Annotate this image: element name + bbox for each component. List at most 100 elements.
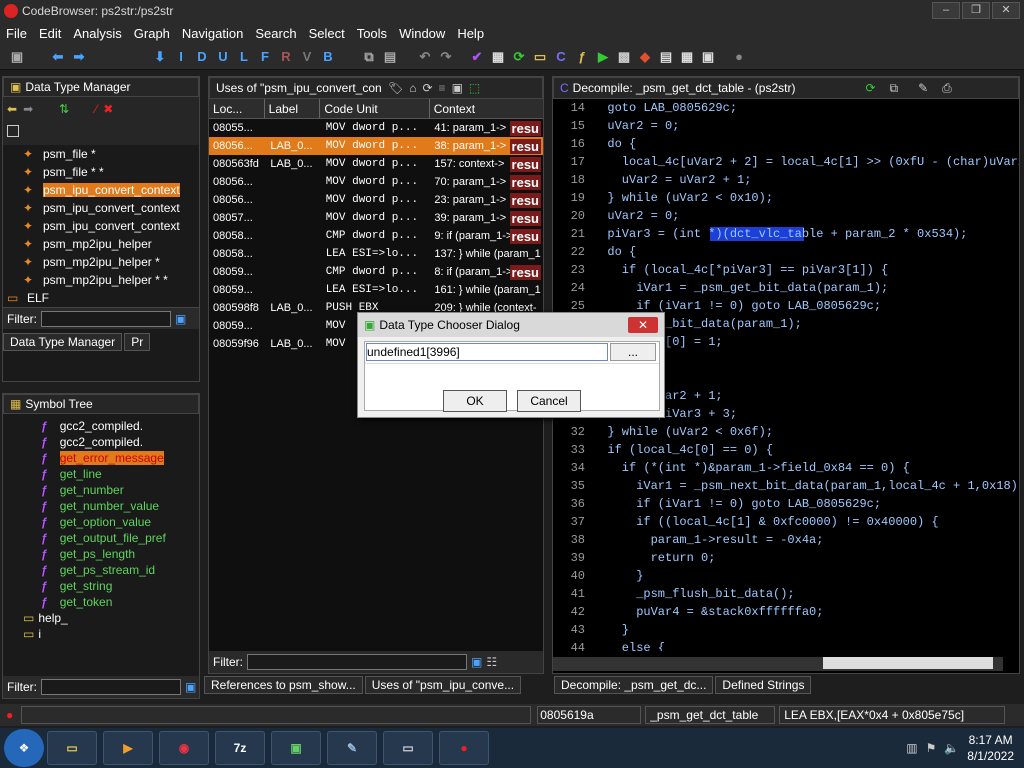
table-row[interactable]: 08059... CMP dword p... 8: if (param_1-> re…: [209, 263, 543, 281]
decompile-edit-icon[interactable]: ✎: [918, 81, 928, 95]
table-row[interactable]: 08056... LAB_0... MOV dword p... 38: param_…: [209, 137, 543, 155]
nav-b-icon[interactable]: B: [319, 48, 337, 66]
menu-select[interactable]: Select: [309, 26, 345, 41]
ok-button[interactable]: OK: [443, 390, 507, 412]
uses-refresh-icon[interactable]: ⟳: [422, 81, 432, 95]
code-line[interactable]: 33 if (local_4c[0] == 0) {: [555, 441, 1019, 459]
nav-f-icon[interactable]: F: [256, 48, 274, 66]
back-icon[interactable]: ⬅: [49, 48, 67, 66]
symbol-item[interactable]: ƒ get_line: [41, 466, 199, 482]
media-player-icon[interactable]: ▶: [103, 731, 153, 765]
symbol-item[interactable]: ƒ get_ps_length: [41, 546, 199, 562]
table-row[interactable]: 08055... MOV dword p... 41: param_1-> resu: [209, 119, 543, 137]
browse-button[interactable]: ...: [610, 343, 656, 361]
function-icon[interactable]: ƒ: [573, 48, 591, 66]
uses-snapshot-icon[interactable]: ▣: [452, 81, 463, 95]
dtm-item[interactable]: ✦ psm_mp2ipu_helper: [23, 235, 199, 253]
dtm-filter-options-icon[interactable]: ▣: [175, 312, 186, 326]
code-line[interactable]: 39 return 0;: [555, 549, 1019, 567]
dtm-item[interactable]: ▭ ELF: [7, 289, 199, 307]
decompile-copy-icon[interactable]: ⧉: [890, 81, 899, 96]
code-line[interactable]: 19 } while (uVar2 < 0x10);: [555, 189, 1019, 207]
code-line[interactable]: 32 } while (uVar2 < 0x6f);: [555, 423, 1019, 441]
refresh-icon[interactable]: ⟳: [510, 48, 528, 66]
code-line[interactable]: 43 }: [555, 621, 1019, 639]
code-line[interactable]: 38 param_1->result = -0x4a;: [555, 531, 1019, 549]
nav-u-icon[interactable]: U: [214, 48, 232, 66]
nav-l-icon[interactable]: L: [235, 48, 253, 66]
check-icon[interactable]: ✔: [468, 48, 486, 66]
symbol-item[interactable]: ƒ gcc2_compiled.: [41, 418, 199, 434]
dtm-filter-input[interactable]: [41, 310, 171, 327]
ghidra-icon[interactable]: ●: [439, 731, 489, 765]
code-line[interactable]: 18 uVar2 = uVar2 + 1;: [555, 171, 1019, 189]
table-row[interactable]: 08059... LEA ESI=>lo... 161: } while (para…: [209, 281, 543, 299]
data-type-input[interactable]: [366, 343, 608, 361]
tray-volume-icon[interactable]: 🔈: [944, 741, 959, 755]
dtm-item[interactable]: ✦ psm_ipu_convert_context: [23, 181, 199, 199]
tab-uses[interactable]: Uses of "psm_ipu_conve...: [364, 676, 522, 694]
maximize-button[interactable]: ❐: [962, 2, 990, 19]
minimize-button[interactable]: ‒: [932, 2, 960, 19]
run-icon[interactable]: ▶: [594, 48, 612, 66]
symbol-item[interactable]: ƒ gcc2_compiled.: [41, 434, 199, 450]
nav-down-icon[interactable]: ⬇: [151, 48, 169, 66]
symtree-filter-options-icon[interactable]: ▣: [185, 680, 196, 694]
symbol-item[interactable]: ƒ get_error_message: [41, 450, 199, 466]
tray-clock[interactable]: 8:17 AM 8/1/2022: [967, 732, 1014, 764]
dtm-arrange-icon[interactable]: ⇅: [59, 102, 69, 116]
code-line[interactable]: 16 do {: [555, 135, 1019, 153]
table-row[interactable]: 08058... CMP dword p... 9: if (param_1-> re…: [209, 227, 543, 245]
code-line[interactable]: 37 if ((local_4c[1] & 0xfc0000) != 0x400…: [555, 513, 1019, 531]
script-icon[interactable]: ▦: [489, 48, 507, 66]
symbol-item[interactable]: ƒ get_ps_stream_id: [41, 562, 199, 578]
code-line[interactable]: 42 puVar4 = &stack0xffffffa0;: [555, 603, 1019, 621]
dtm-delete-icon[interactable]: ✖: [103, 102, 113, 116]
decompile-hscroll[interactable]: [553, 657, 1003, 671]
diamond-icon[interactable]: ◆: [636, 48, 654, 66]
code-line[interactable]: 22 do {: [555, 243, 1019, 261]
tray-network-icon[interactable]: ▥: [906, 741, 917, 755]
code-line[interactable]: 14 goto LAB_0805629c;: [555, 99, 1019, 117]
table-row[interactable]: 08056... MOV dword p... 23: param_1-> resu: [209, 191, 543, 209]
code-line[interactable]: 21 piVar3 = (int *)(dct_vlc_table + para…: [555, 225, 1019, 243]
menu-analysis[interactable]: Analysis: [73, 26, 121, 41]
dtm-item[interactable]: ✦ psm_mp2ipu_helper *: [23, 253, 199, 271]
cpp-icon[interactable]: C: [552, 48, 570, 66]
col-label[interactable]: Label: [265, 99, 321, 118]
collapse-all-icon[interactable]: [7, 125, 19, 137]
uses-filter-settings-icon[interactable]: ☷: [486, 655, 497, 669]
cancel-button[interactable]: Cancel: [517, 390, 581, 412]
symbol-item[interactable]: ƒ get_number: [41, 482, 199, 498]
installer-icon[interactable]: ▣: [271, 731, 321, 765]
symbol-item[interactable]: ƒ get_string: [41, 578, 199, 594]
code-line[interactable]: 41 _psm_flush_bit_data();: [555, 585, 1019, 603]
tab-references[interactable]: References to psm_show...: [204, 676, 363, 694]
table-row[interactable]: 080563fd LAB_0... MOV dword p... 157: conte…: [209, 155, 543, 173]
dtm-back-icon[interactable]: ⬅: [7, 102, 17, 116]
dtm-forward-icon[interactable]: ➡: [23, 102, 33, 116]
tray-flag-icon[interactable]: ⚑: [926, 741, 937, 755]
dtm-item[interactable]: ✦ psm_file *: [23, 145, 199, 163]
code-line[interactable]: 17 local_4c[uVar2 + 2] = local_4c[1] >> …: [555, 153, 1019, 171]
symbol-item[interactable]: ƒ get_option_value: [41, 514, 199, 530]
menu-navigation[interactable]: Navigation: [182, 26, 243, 41]
symbol-item[interactable]: ƒ get_output_file_pref: [41, 530, 199, 546]
dtm-item[interactable]: ✦ psm_ipu_convert_context: [23, 199, 199, 217]
menu-edit[interactable]: Edit: [39, 26, 61, 41]
code-line[interactable]: 34 if (*(int *)&param_1->field_0x84 == 0…: [555, 459, 1019, 477]
copy-icon[interactable]: ⧉: [360, 48, 378, 66]
close-button[interactable]: ✕: [992, 2, 1020, 19]
table-row[interactable]: 08056... MOV dword p... 70: param_1-> resu: [209, 173, 543, 191]
menu-search[interactable]: Search: [255, 26, 296, 41]
start-button[interactable]: ❖: [4, 729, 44, 767]
code-line[interactable]: 36 if (iVar1 != 0) goto LAB_0805629c;: [555, 495, 1019, 513]
col-context[interactable]: Context: [430, 99, 543, 118]
symbol-item[interactable]: ƒ get_token: [41, 594, 199, 610]
decompile-refresh-icon[interactable]: ⟳: [865, 81, 875, 95]
nav-v-icon[interactable]: V: [298, 48, 316, 66]
code-line[interactable]: 24 iVar1 = _psm_get_bit_data(param_1);: [555, 279, 1019, 297]
decompile-print-icon[interactable]: ⎙: [942, 81, 952, 96]
tab-program-trees[interactable]: Pr: [124, 333, 151, 351]
dtm-item[interactable]: ✦ psm_mp2ipu_helper * *: [23, 271, 199, 289]
